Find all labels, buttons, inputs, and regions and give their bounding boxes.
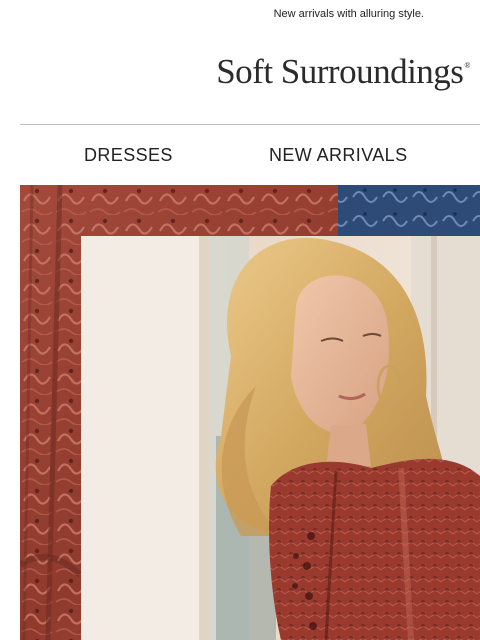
model-illustration xyxy=(81,236,480,640)
hero-banner[interactable] xyxy=(20,185,480,640)
main-nav: DRESSES NEW ARRIVALS xyxy=(0,140,480,172)
preheader-text: New arrivals with alluring style. xyxy=(273,8,424,20)
preheader: New arrivals with alluring style. xyxy=(0,0,480,30)
hero-model-photo xyxy=(81,236,480,640)
nav-link-dresses[interactable]: DRESSES xyxy=(84,145,173,166)
brand-logo[interactable]: Soft Surroundings ® xyxy=(216,52,470,92)
header-divider xyxy=(20,124,480,125)
registered-mark: ® xyxy=(464,61,470,70)
brand-logo-text: Soft Surroundings xyxy=(216,52,464,91)
nav-link-new-arrivals[interactable]: NEW ARRIVALS xyxy=(269,145,408,166)
